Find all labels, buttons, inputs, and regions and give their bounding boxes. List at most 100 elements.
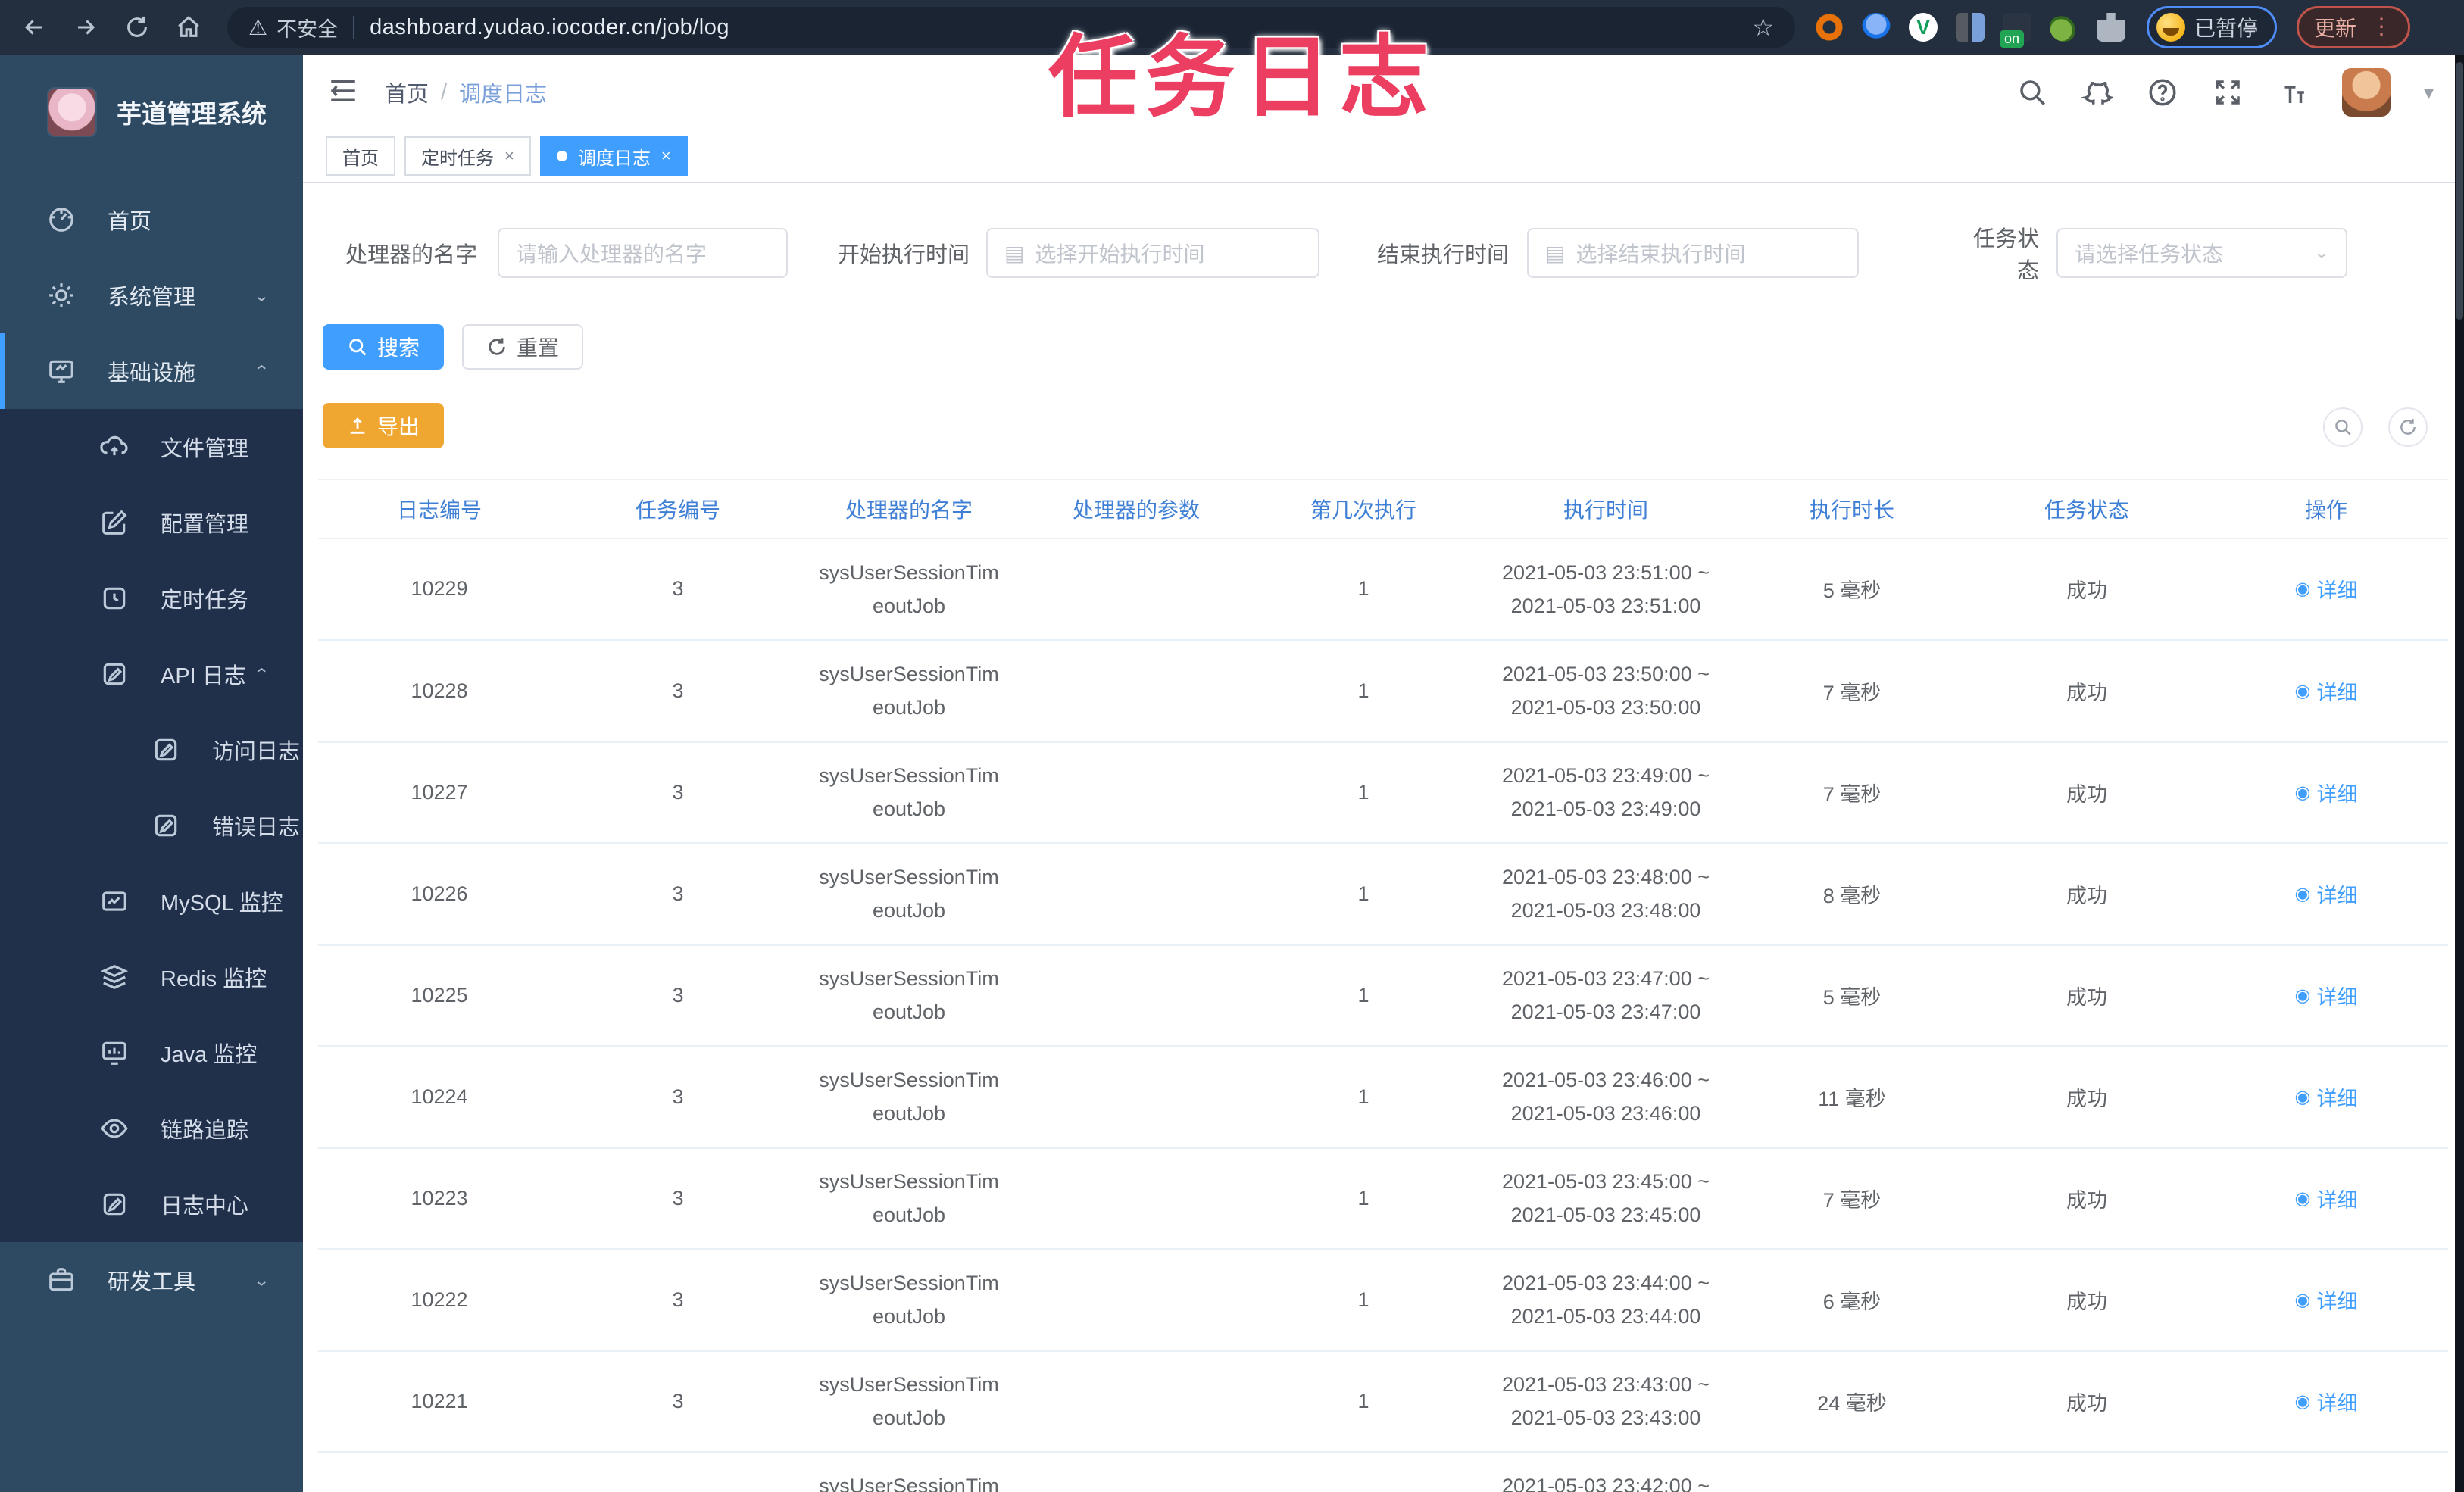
java-monitor-icon [100, 1038, 129, 1067]
sidebar-item-config-management[interactable]: 配置管理 [0, 485, 303, 560]
table-row: 10221 3 sysUserSessionTim eoutJob 1 2021-… [318, 1350, 2448, 1453]
screen: ⚠ 不安全 dashboard.yudao.iocoder.cn/job/log… [0, 0, 2464, 1492]
app-logo-row[interactable]: 芋道管理系统 [0, 55, 303, 153]
sidebar-item-error-log[interactable]: 错误日志 [0, 788, 303, 863]
caret-down-icon[interactable]: ▾ [2424, 81, 2434, 105]
url-text[interactable]: dashboard.yudao.iocoder.cn/job/log [370, 15, 729, 40]
cell-handler-param [1023, 1046, 1250, 1149]
extension-bulb-icon[interactable] [1862, 13, 1891, 42]
tab-job-log[interactable]: 调度日志 × [539, 136, 688, 176]
sidebar-item-scheduled-task[interactable]: 定时任务 [0, 560, 303, 636]
handler-name-input[interactable]: 请输入处理器的名字 [498, 228, 788, 278]
toggle-search-button[interactable] [2323, 407, 2363, 447]
extension-grid-icon[interactable] [1956, 13, 1985, 42]
view-icon: ◉ [2294, 680, 2311, 701]
browser-forward-button[interactable] [68, 10, 103, 45]
detail-link[interactable]: ◉ 详细 [2295, 1082, 2358, 1112]
view-icon: ◉ [2294, 1289, 2311, 1310]
detail-link[interactable]: ◉ 详细 [2295, 879, 2358, 909]
sidebar-item-infrastructure[interactable]: 基础设施 ⌃ [0, 333, 303, 409]
sidebar: 芋道管理系统 首页 系统管理 ⌄ 基础设施 ⌃ 文件管理 配置管理 定时任务 A… [0, 55, 303, 1492]
detail-link[interactable]: ◉ 详细 [2295, 676, 2358, 706]
task-status-select[interactable]: 请选择任务状态 ⌄ [2056, 228, 2347, 278]
cell-log-id: 10222 [318, 1249, 561, 1352]
browser-menu-icon[interactable]: ⋮ [2370, 16, 2393, 39]
close-icon[interactable]: × [661, 146, 671, 166]
extension-on-badge-icon[interactable] [2000, 13, 2031, 48]
sidebar-item-dev-tools[interactable]: 研发工具 ⌄ [0, 1242, 303, 1318]
active-dot [556, 151, 567, 161]
user-avatar[interactable] [2341, 68, 2391, 117]
extension-orange-icon[interactable] [1815, 13, 1844, 42]
cell-duration: 8 毫秒 [1735, 843, 1969, 946]
sidebar-item-mysql-monitor[interactable]: MySQL 监控 [0, 863, 303, 939]
detail-link[interactable]: ◉ 详细 [2295, 1184, 2358, 1213]
sidebar-item-file-management[interactable]: 文件管理 [0, 409, 303, 485]
app-title: 芋道管理系统 [117, 100, 267, 128]
refresh-table-button[interactable] [2388, 407, 2428, 447]
sidebar-item-label: 访问日志 [212, 740, 301, 764]
tab-scheduled-task[interactable]: 定时任务 × [404, 136, 531, 176]
detail-link[interactable]: ◉ 详细 [2295, 1285, 2358, 1315]
browser-reload-button[interactable] [120, 10, 155, 45]
table-tools [2323, 407, 2428, 447]
sidebar-item-access-log[interactable]: 访问日志 [0, 712, 303, 788]
address-bar[interactable]: ⚠ 不安全 dashboard.yudao.iocoder.cn/job/log… [227, 7, 1795, 48]
sidebar-item-java-monitor[interactable]: Java 监控 [0, 1015, 303, 1091]
security-label[interactable]: 不安全 [276, 13, 338, 42]
extension-leaf-icon[interactable] [2050, 13, 2078, 42]
detail-link-label: 详细 [2316, 884, 2358, 907]
detail-link[interactable]: ◉ 详细 [2295, 1387, 2358, 1416]
start-time-picker[interactable]: ▤ 选择开始执行时间 [986, 228, 1319, 278]
profile-paused-badge[interactable]: 已暂停 [2147, 6, 2278, 48]
sidebar-item-system[interactable]: 系统管理 ⌄ [0, 258, 303, 333]
detail-link[interactable]: ◉ 详细 [2295, 574, 2358, 604]
cell-actions: ◉ 详细 [2204, 1350, 2448, 1453]
browser-update-button[interactable]: 更新 ⋮ [2297, 6, 2411, 48]
fullscreen-icon[interactable] [2212, 76, 2244, 108]
help-icon[interactable] [2147, 76, 2178, 108]
dashboard-icon [47, 205, 76, 234]
extension-v-icon[interactable]: V [1909, 13, 1938, 42]
detail-link[interactable]: ◉ 详细 [2295, 778, 2358, 807]
bookmark-star-icon[interactable]: ☆ [1752, 13, 1774, 42]
scrollbar-thumb[interactable] [2456, 62, 2463, 320]
breadcrumb-home[interactable]: 首页 [385, 76, 429, 108]
sidebar-item-redis-monitor[interactable]: Redis 监控 [0, 939, 303, 1015]
detail-link[interactable]: ◉ 详细 [2295, 981, 2358, 1010]
job-log-table: 日志编号 任务编号 处理器的名字 处理器的参数 第几次执行 执行时间 执行时长 … [318, 479, 2448, 1492]
sidebar-item-trace[interactable]: 链路追踪 [0, 1091, 303, 1166]
select-placeholder: 请选择任务状态 [2075, 242, 2224, 266]
cell-status: 成功 [1969, 843, 2204, 946]
page-scrollbar[interactable] [2455, 55, 2464, 1492]
annotation-title: 任务日志 [1048, 28, 1437, 128]
browser-back-button[interactable] [17, 10, 52, 45]
browser-home-button[interactable] [171, 10, 206, 45]
tab-home[interactable]: 首页 [326, 136, 395, 176]
end-time-picker[interactable]: ▤ 选择结束执行时间 [1527, 228, 1859, 278]
cell-task-id: 3 [561, 741, 795, 844]
sidebar-toggle-button[interactable] [327, 75, 359, 111]
sidebar-item-log-center[interactable]: 日志中心 [0, 1166, 303, 1242]
export-button[interactable]: 导出 [323, 403, 445, 448]
sidebar-item-label: 研发工具 [108, 1270, 196, 1294]
chevron-down-icon: ⌄ [2313, 245, 2329, 261]
cell-actions: ◉ 详细 [2204, 1452, 2448, 1492]
font-size-icon[interactable] [2277, 76, 2309, 108]
export-button-label: 导出 [377, 415, 420, 439]
cell-handler-param [1023, 1350, 1250, 1453]
close-icon[interactable]: × [504, 146, 514, 166]
github-icon[interactable] [2081, 76, 2113, 108]
detail-link[interactable]: ◉ 详细 [2295, 1488, 2358, 1492]
breadcrumb-current[interactable]: 调度日志 [459, 76, 547, 108]
extensions-puzzle-icon[interactable] [2097, 13, 2125, 42]
reset-button[interactable]: 重置 [462, 324, 584, 370]
cell-handler-name: sysUserSessionTimeoutJob [795, 1452, 1023, 1492]
sidebar-item-home[interactable]: 首页 [0, 182, 303, 258]
search-icon[interactable] [2016, 76, 2048, 108]
search-button[interactable]: 搜索 [323, 324, 445, 370]
view-icon: ◉ [2294, 1391, 2311, 1412]
sidebar-item-api-log[interactable]: API 日志 ⌃ [0, 636, 303, 712]
eye-icon [100, 1114, 129, 1143]
sidebar-item-label: 错误日志 [212, 816, 301, 840]
